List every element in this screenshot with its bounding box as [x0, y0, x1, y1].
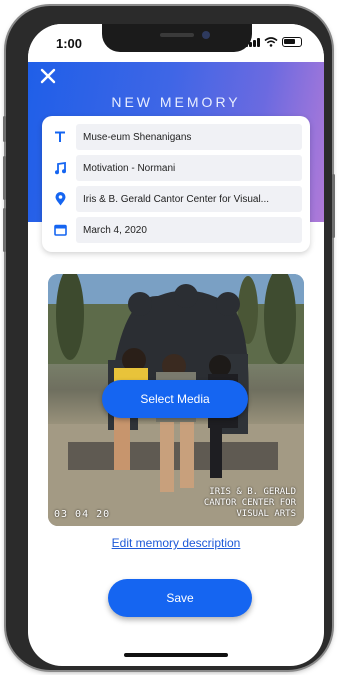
photo-date-stamp: 03 04 20	[54, 509, 111, 520]
home-indicator	[124, 653, 228, 657]
phone-side-button	[332, 174, 335, 238]
front-camera	[202, 31, 210, 39]
notch	[102, 24, 252, 52]
select-media-button[interactable]: Select Media	[102, 380, 248, 418]
date-field[interactable]: March 4, 2020	[50, 217, 302, 243]
battery-icon	[282, 37, 302, 47]
calendar-icon	[50, 220, 70, 240]
location-input[interactable]: Iris & B. Gerald Cantor Center for Visua…	[76, 186, 302, 212]
memory-details-card: Muse-eum Shenanigans Motivation - Norman…	[42, 116, 310, 252]
text-icon	[50, 127, 70, 147]
phone-side-button	[3, 156, 6, 200]
phone-side-button	[3, 208, 6, 252]
music-note-icon	[50, 158, 70, 178]
title-field[interactable]: Muse-eum Shenanigans	[50, 124, 302, 150]
page-title: NEW MEMORY	[111, 94, 241, 110]
location-field[interactable]: Iris & B. Gerald Cantor Center for Visua…	[50, 186, 302, 212]
phone-side-button	[3, 116, 6, 142]
location-pin-icon	[50, 189, 70, 209]
title-input[interactable]: Muse-eum Shenanigans	[76, 124, 302, 150]
edit-description-link[interactable]: Edit memory description	[28, 536, 324, 550]
screen: 1:00 NEW MEMORY Muse-eum Shenanigans Mot…	[28, 24, 324, 666]
song-field[interactable]: Motivation - Normani	[50, 155, 302, 181]
photo-location-caption: IRIS & B. GERALD CANTOR CENTER FOR VISUA…	[203, 487, 296, 519]
save-button[interactable]: Save	[108, 579, 252, 617]
status-time: 1:00	[56, 36, 83, 51]
song-input[interactable]: Motivation - Normani	[76, 155, 302, 181]
memory-photo: Select Media 03 04 20 IRIS & B. GERALD C…	[48, 274, 304, 526]
wifi-icon	[264, 37, 278, 47]
close-icon	[40, 68, 56, 84]
status-icons	[245, 37, 302, 47]
date-input[interactable]: March 4, 2020	[76, 217, 302, 243]
close-button[interactable]	[40, 68, 62, 90]
speaker	[160, 33, 194, 37]
